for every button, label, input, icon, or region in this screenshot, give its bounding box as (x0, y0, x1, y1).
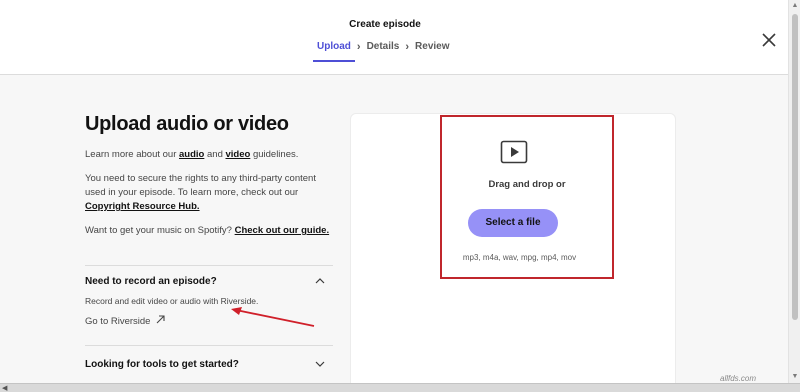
scroll-left-arrow-icon[interactable]: ◀ (2, 384, 7, 392)
video-guidelines-link[interactable]: video (226, 149, 251, 160)
divider (85, 265, 333, 266)
create-episode-page: Create episode Upload › Details › Review… (0, 0, 800, 392)
drop-instructions: Drag and drop or (488, 179, 566, 190)
rights-body: You need to secure the rights to any thi… (85, 173, 316, 198)
scroll-thumb[interactable] (792, 14, 798, 320)
step-nav: Upload › Details › Review (313, 40, 454, 62)
horizontal-scrollbar[interactable]: ◀ (0, 383, 800, 392)
music-guide-link[interactable]: Check out our guide. (235, 225, 329, 236)
record-episode-accordion[interactable]: Need to record an episode? (85, 276, 325, 287)
music-body: Want to get your music on Spotify? (85, 225, 235, 236)
rights-text: You need to secure the rights to any thi… (85, 172, 333, 214)
guidelines-text: Learn more about our audio and video gui… (85, 148, 333, 162)
chevron-right-icon: › (405, 41, 410, 53)
scroll-up-arrow-icon[interactable]: ▲ (789, 0, 800, 12)
guidelines-prefix: Learn more about our (85, 149, 180, 160)
step-upload[interactable]: Upload (313, 40, 355, 62)
main-content: Upload audio or video Learn more about o… (0, 75, 788, 392)
select-file-button[interactable]: Select a file (468, 209, 558, 237)
step-details[interactable]: Details (363, 40, 404, 58)
upload-heading: Upload audio or video (85, 113, 289, 135)
copyright-hub-link[interactable]: Copyright Resource Hub. (85, 201, 200, 212)
tools-accordion[interactable]: Looking for tools to get started? (85, 359, 325, 370)
video-play-icon (500, 140, 528, 164)
scroll-down-arrow-icon[interactable]: ▼ (789, 371, 800, 383)
music-text: Want to get your music on Spotify? Check… (85, 224, 333, 238)
riverside-link[interactable]: Go to Riverside (85, 315, 165, 327)
chevron-up-icon (315, 278, 325, 284)
step-review[interactable]: Review (411, 40, 453, 58)
tools-heading: Looking for tools to get started? (85, 359, 239, 370)
scrollbar[interactable]: ▲ ▼ (788, 0, 800, 383)
chevron-right-icon: › (356, 41, 361, 53)
audio-guidelines-link[interactable]: audio (179, 149, 204, 160)
close-button[interactable] (760, 31, 778, 49)
close-icon (762, 33, 776, 47)
divider (85, 345, 333, 346)
page-title: Create episode (349, 19, 421, 30)
info-column: Upload audio or video Learn more about o… (85, 113, 333, 248)
guidelines-suffix: guidelines. (250, 149, 299, 160)
chevron-down-icon (315, 361, 325, 367)
watermark: allfds.com (720, 374, 757, 383)
external-arrow-icon (156, 315, 165, 324)
supported-formats: mp3, m4a, wav, mpg, mp4, mov (462, 253, 577, 262)
guidelines-middle: and (204, 149, 226, 160)
riverside-link-label: Go to Riverside (85, 316, 151, 327)
header: Create episode Upload › Details › Review (0, 0, 788, 75)
drop-zone[interactable]: Drag and drop or Select a file mp3, m4a,… (440, 115, 614, 279)
annotation-arrow (231, 307, 315, 327)
record-episode-heading: Need to record an episode? (85, 276, 217, 287)
